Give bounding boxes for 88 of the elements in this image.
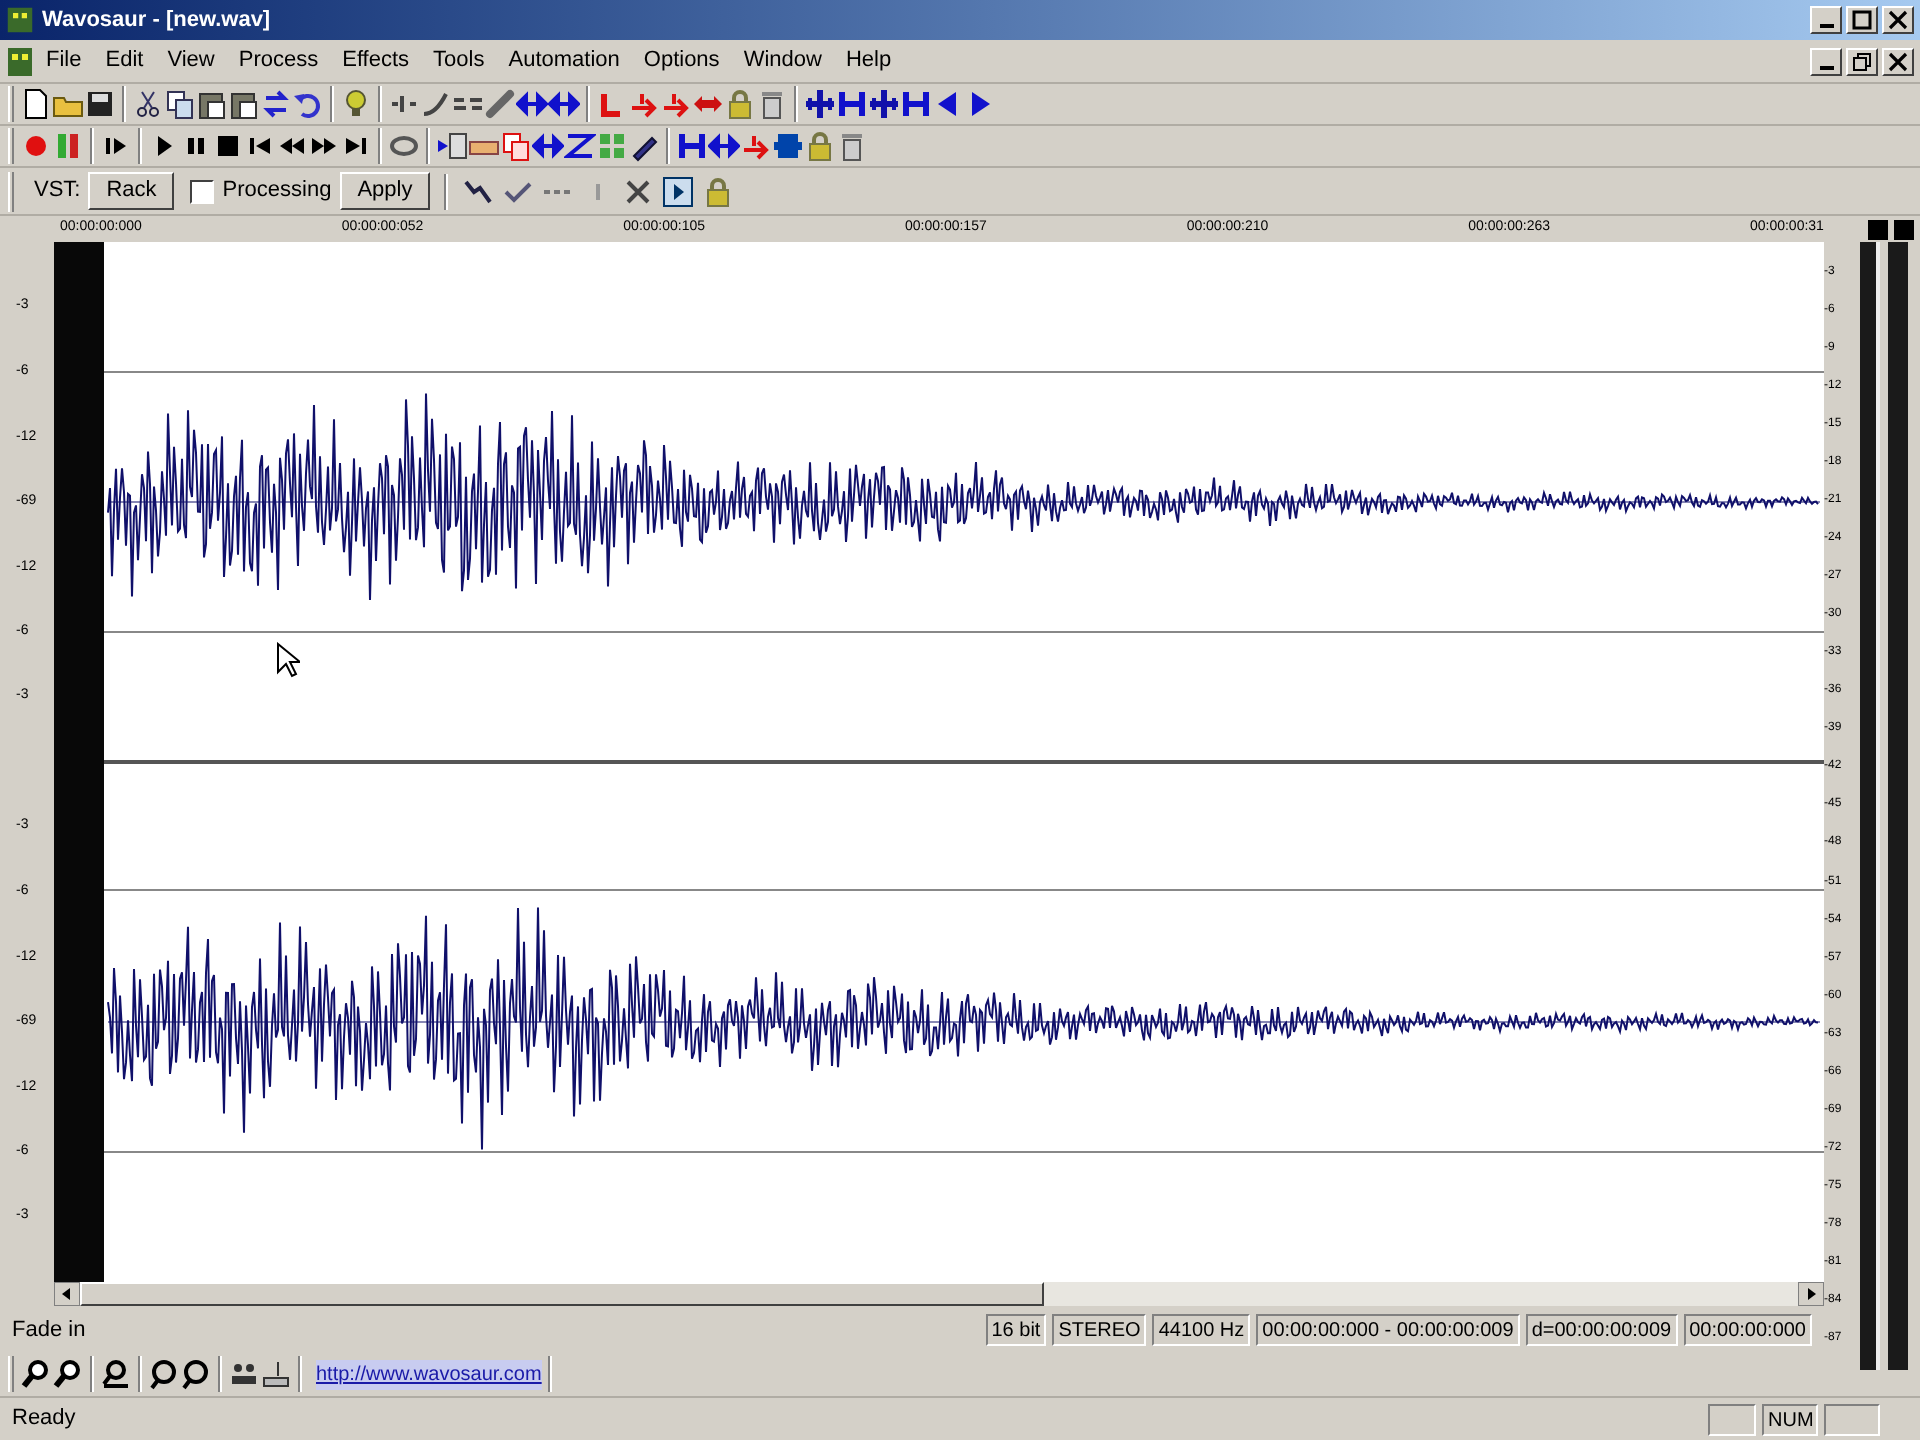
copy-icon[interactable] (500, 130, 532, 162)
double-arrow-icon[interactable] (532, 130, 564, 162)
double-arrow-icon[interactable] (548, 88, 580, 120)
status-message: Fade in (12, 1315, 86, 1346)
processing-label: Processing (222, 176, 332, 207)
paste-icon[interactable] (228, 88, 260, 120)
copy-icon[interactable] (164, 88, 196, 120)
website-link[interactable]: http://www.wavosaur.com (316, 1359, 542, 1390)
new-file-icon[interactable] (20, 88, 52, 120)
cross-icon[interactable] (622, 175, 655, 207)
minimize-icon (1819, 24, 1833, 28)
menu-item[interactable]: Automation (496, 44, 632, 78)
arrow-mark-icon[interactable] (628, 88, 660, 120)
menu-item[interactable]: Edit (93, 44, 156, 78)
cut-icon[interactable] (132, 88, 164, 120)
padlock-icon[interactable] (724, 88, 756, 120)
menu-item[interactable]: Effects (330, 44, 422, 78)
restore-icon (1852, 51, 1872, 71)
menu-item[interactable]: Options (631, 44, 732, 78)
info-field: 16 bit (985, 1314, 1047, 1347)
document-close-button[interactable] (1882, 47, 1914, 75)
close-button[interactable] (1882, 6, 1914, 34)
processing-checkbox[interactable] (190, 179, 215, 203)
arrow-mark-icon[interactable] (740, 130, 772, 162)
menu-item[interactable]: Help (833, 44, 904, 78)
maximize-icon (1852, 10, 1872, 30)
info-field: 00:00:00:000 - 00:00:00:009 (1256, 1314, 1520, 1347)
record-pause-icon[interactable] (52, 130, 84, 162)
double-arrow-icon[interactable] (708, 130, 740, 162)
bracket-arrows-icon[interactable] (836, 88, 868, 120)
insert-icon[interactable] (436, 130, 468, 162)
play-box-icon[interactable] (662, 175, 695, 207)
document-minimize-button[interactable] (1810, 47, 1842, 75)
status-indicator (1824, 1403, 1880, 1435)
zigzag-icon[interactable] (564, 130, 596, 162)
record-icon[interactable] (20, 130, 52, 162)
minimize-button[interactable] (1810, 6, 1842, 34)
zoom-in-icon[interactable] (20, 1358, 52, 1391)
scroll-left-icon[interactable] (54, 1282, 80, 1307)
scroll-right-icon[interactable] (1798, 1282, 1824, 1307)
cross-arrows-icon[interactable] (804, 88, 836, 120)
horizontal-scrollbar[interactable] (54, 1281, 1824, 1307)
menu-item[interactable]: Process (226, 44, 331, 78)
info-field: 00:00:00:000 (1683, 1314, 1812, 1347)
bulb-icon[interactable] (340, 88, 372, 120)
info-field: 44100 Hz (1152, 1314, 1251, 1347)
double-arrow-icon[interactable] (516, 88, 548, 120)
close-icon (1888, 51, 1908, 71)
num-lock-indicator: NUM (1762, 1403, 1818, 1435)
paste-icon[interactable] (196, 88, 228, 120)
trash-icon[interactable] (836, 130, 868, 162)
tray-icon[interactable] (260, 1358, 292, 1391)
close-icon (1888, 10, 1908, 30)
maximize-button[interactable] (1846, 6, 1878, 34)
info-field: d=00:00:00:009 (1525, 1314, 1678, 1347)
save-icon[interactable] (84, 88, 116, 120)
loop-icon[interactable] (388, 130, 420, 162)
status-indicator (1708, 1403, 1756, 1435)
minimize-icon (1819, 65, 1833, 69)
bracket-arrows-icon[interactable] (900, 88, 932, 120)
mouse-pointer-icon (276, 641, 300, 678)
status-text: Ready (12, 1404, 76, 1435)
vst-label: VST: (34, 176, 81, 207)
swap-arrows-icon[interactable] (260, 88, 292, 120)
zoom-selection-icon[interactable] (100, 1358, 132, 1391)
menu-item[interactable]: View (155, 44, 227, 78)
stop-icon[interactable] (212, 130, 244, 162)
cross-arrows-icon[interactable] (868, 88, 900, 120)
info-field: STEREO (1052, 1314, 1147, 1347)
document-icon[interactable] (6, 45, 34, 77)
padlock-icon[interactable] (804, 130, 836, 162)
menu-item[interactable]: Tools (421, 44, 497, 78)
curve-icon[interactable] (420, 88, 452, 120)
zoom-fit-icon[interactable] (180, 1358, 212, 1391)
bracket-icon[interactable] (676, 130, 708, 162)
zoom-fit-icon[interactable] (148, 1358, 180, 1391)
window-title: Wavosaur - [new.wav] (42, 5, 271, 36)
menu-item[interactable]: Window (731, 44, 834, 78)
nodes-icon[interactable] (462, 175, 495, 207)
block-icon[interactable] (772, 130, 804, 162)
trash-icon[interactable] (756, 88, 788, 120)
arrow-mark-icon[interactable] (660, 88, 692, 120)
apply-button[interactable]: Apply (339, 172, 431, 210)
app-icon (6, 6, 34, 34)
undo-icon[interactable] (292, 88, 324, 120)
rack-button[interactable]: Rack (88, 172, 175, 210)
menu-item[interactable]: File (34, 44, 94, 78)
document-restore-button[interactable] (1846, 47, 1878, 75)
